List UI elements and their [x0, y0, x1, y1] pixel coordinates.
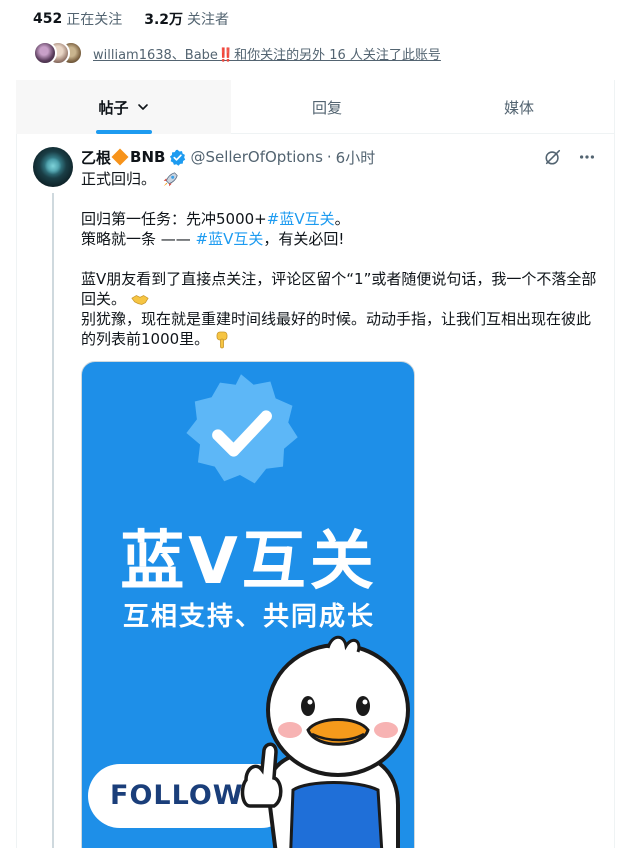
media-title: 蓝V互关 — [120, 525, 378, 599]
followers-you-know-link[interactable]: william1638、Babe‼️和你关注的另外 16 人关注了此账号 — [93, 44, 441, 63]
tweet-line-text: 回关。 — [81, 290, 127, 308]
tweet-line-text: 的列表前1000里。 — [81, 330, 210, 348]
tweet-line-text: 蓝V朋友看到了直接点关注，评论区留个“1”或者随便说句话，我一个不落全部 — [81, 270, 597, 288]
follower-avatars — [33, 41, 83, 65]
tweet-line: 别犹豫，现在就是重建时间线最好的时候。动动手指，让我们互相出现在彼此 — [81, 309, 601, 329]
duck-mascot-icon — [240, 635, 410, 848]
tweet-header: 乙根 BNB @SellerOfOptions · 6小时 — [81, 147, 375, 167]
verified-badge-icon — [170, 149, 186, 166]
hashtag-link[interactable]: #蓝V互关 — [196, 230, 264, 248]
display-name-part1: 乙根 — [81, 148, 112, 167]
tweet-line: 蓝V朋友看到了直接点关注，评论区留个“1”或者随便说句话，我一个不落全部 — [81, 269, 601, 289]
avatar[interactable] — [33, 147, 73, 187]
tweet-actions — [543, 147, 597, 167]
diamond-icon — [111, 148, 129, 166]
following-count[interactable]: 452 — [33, 11, 62, 27]
followers-label[interactable]: 关注者 — [187, 9, 229, 29]
tweet-media-image[interactable]: 蓝V互关 互相支持、共同成长 FOLLOW ME — [81, 361, 415, 848]
grok-icon[interactable] — [543, 147, 563, 167]
separator: · — [326, 148, 332, 166]
following-label[interactable]: 正在关注 — [66, 9, 122, 29]
timestamp[interactable]: 6小时 — [336, 147, 376, 168]
handshake-icon — [131, 294, 149, 305]
media-subtitle: 互相支持、共同成长 — [122, 602, 375, 632]
tweet-line-text: ，有关必回! — [263, 230, 345, 248]
tweet[interactable]: 乙根 BNB @SellerOfOptions · 6小时 正式回归。 回归第一… — [16, 135, 615, 848]
more-icon[interactable] — [577, 147, 597, 167]
tab-label: 回复 — [311, 98, 342, 117]
more-icon-svg — [579, 155, 595, 159]
avatar — [33, 41, 57, 65]
chevron-down-icon — [137, 104, 148, 110]
rocket-icon — [163, 171, 178, 186]
tab-media[interactable]: 媒体 — [423, 80, 615, 134]
profile-tabs: 帖子 回复 媒体 — [16, 80, 615, 134]
tweet-line: 回关。 — [81, 289, 601, 309]
followers-you-know[interactable]: william1638、Babe‼️和你关注的另外 16 人关注了此账号 — [33, 40, 441, 66]
tab-label: 帖子 — [98, 98, 129, 117]
thread-line — [52, 193, 54, 848]
tweet-line: 策略就一条 —— #蓝V互关，有关必回! — [81, 229, 601, 249]
verified-badge-graphic — [186, 374, 298, 484]
tweet-line: 回归第一任务：先冲5000+#蓝V互关。 — [81, 209, 601, 229]
tweet-line-text: 别犹豫，现在就是重建时间线最好的时候。动动手指，让我们互相出现在彼此 — [81, 310, 592, 328]
tab-replies[interactable]: 回复 — [231, 80, 423, 134]
tweet-line-text: 策略就一条 —— — [81, 230, 196, 248]
active-tab-indicator — [95, 130, 152, 134]
tab-label: 媒体 — [503, 98, 534, 117]
tweet-line-text: 回归第一任务：先冲5000+ — [81, 210, 267, 228]
tweet-line-text: 。 — [334, 210, 350, 228]
handle[interactable]: @SellerOfOptions — [190, 148, 322, 166]
tab-posts[interactable]: 帖子 — [16, 80, 231, 134]
tweet-line-text: 正式回归。 — [81, 170, 157, 188]
profile-stats: 452 正在关注 3.2万 关注者 — [33, 9, 229, 29]
tweet-line: 正式回归。 — [81, 169, 601, 189]
display-name[interactable]: 乙根 BNB — [81, 147, 165, 168]
followers-count[interactable]: 3.2万 — [144, 9, 183, 29]
hashtag-link[interactable]: #蓝V互关 — [267, 210, 335, 228]
tweet-line: 的列表前1000里。 — [81, 329, 601, 349]
pointing-down-icon — [216, 331, 228, 348]
tweet-text: 正式回归。 回归第一任务：先冲5000+#蓝V互关。 策略就一条 —— #蓝V互… — [81, 169, 601, 349]
display-name-part2: BNB — [130, 148, 166, 166]
grok-icon-svg — [545, 149, 561, 165]
